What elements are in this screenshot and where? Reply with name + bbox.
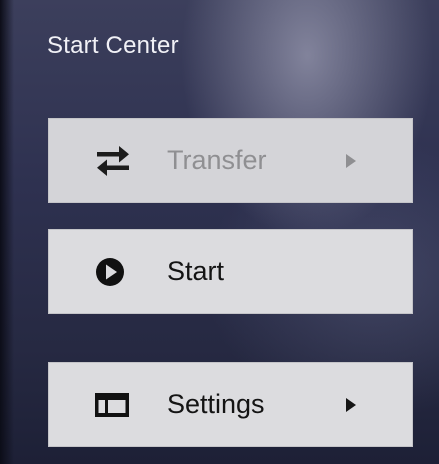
chevron-right-icon	[346, 397, 356, 412]
start-button[interactable]: Start	[48, 229, 413, 314]
play-circle-icon	[95, 257, 125, 287]
transfer-button[interactable]: Transfer	[48, 118, 413, 203]
settings-button[interactable]: Settings	[48, 362, 413, 447]
settings-panel-icon	[95, 392, 129, 417]
transfer-arrows-icon	[95, 145, 131, 176]
start-center-screen: Start Center Transfer Start Settings	[0, 0, 439, 464]
settings-button-label: Settings	[167, 388, 265, 419]
chevron-right-icon	[346, 153, 356, 168]
transfer-button-label: Transfer	[167, 144, 267, 175]
page-title: Start Center	[47, 32, 179, 59]
start-button-label: Start	[167, 255, 225, 286]
